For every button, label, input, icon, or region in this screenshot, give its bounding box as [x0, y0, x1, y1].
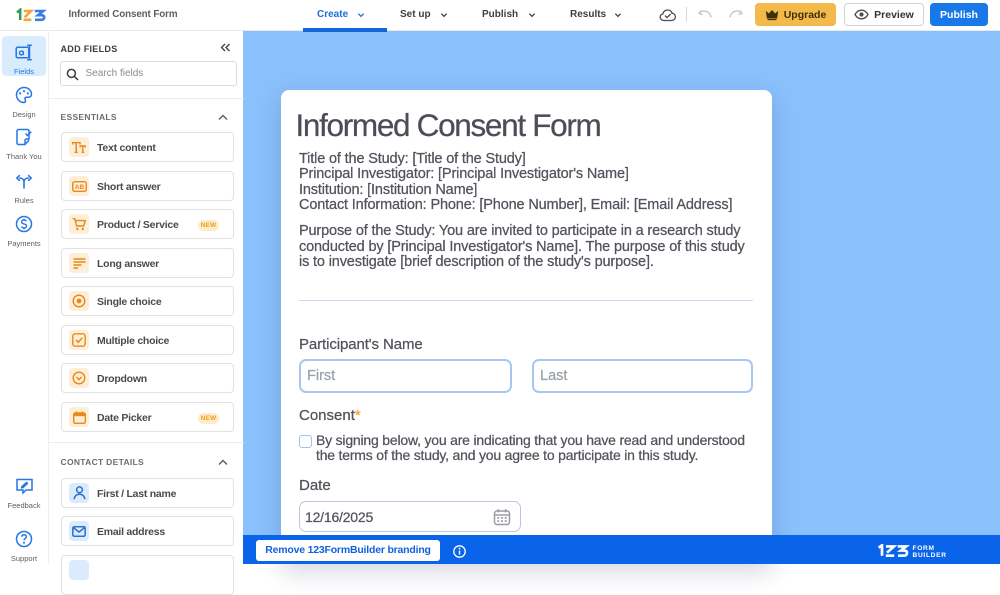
svg-text:BUILDER: BUILDER	[913, 552, 947, 557]
svg-text:AB: AB	[74, 184, 84, 191]
